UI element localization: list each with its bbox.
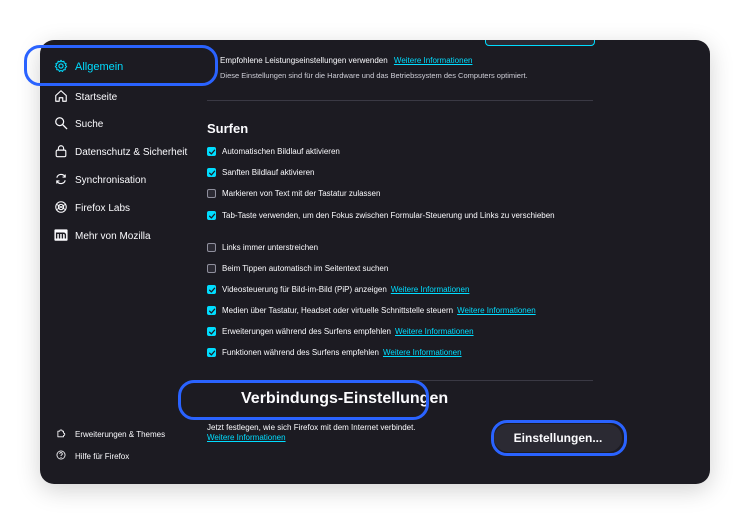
option-tab-focus: Tab-Taste verwenden, um den Fokus zwisch… — [207, 210, 587, 221]
option-label: Links immer unterstreichen — [222, 243, 319, 252]
lock-icon — [54, 144, 68, 161]
sidebar-item-label: Datenschutz & Sicherheit — [75, 146, 188, 158]
sidebar-item-label: Suche — [75, 118, 104, 130]
checkbox-tab-focus[interactable] — [207, 211, 216, 220]
checkbox-caret-browsing[interactable] — [207, 189, 216, 198]
sidebar-footer-label: Erweiterungen & Themes — [75, 429, 166, 439]
sidebar-item-label: Allgemein — [75, 61, 124, 73]
learn-more-link[interactable]: Weitere Informationen — [391, 285, 470, 294]
sidebar-footer-hilfe[interactable]: Hilfe für Firefox — [56, 448, 129, 464]
option-smooth-scroll: Sanften Bildlauf aktivieren — [207, 167, 587, 178]
option-find-as-you-type: Beim Tippen automatisch im Seitentext su… — [207, 263, 587, 274]
clipped-button[interactable] — [485, 40, 595, 46]
sidebar-footer-label: Hilfe für Firefox — [75, 451, 130, 461]
checkbox-auto-scroll[interactable] — [207, 147, 216, 156]
option-label: Tab-Taste verwenden, um den Fokus zwisch… — [222, 211, 555, 220]
option-label: Automatischen Bildlauf aktivieren — [222, 147, 340, 156]
sidebar-item-suche[interactable]: Suche — [54, 114, 103, 134]
help-icon — [56, 450, 66, 462]
checkbox-media-keys[interactable] — [207, 306, 216, 315]
sidebar-footer-erweiterungen[interactable]: Erweiterungen & Themes — [56, 426, 165, 442]
option-label: Markieren von Text mit der Tastatur zula… — [222, 189, 381, 198]
learn-more-link[interactable]: Weitere Informationen — [395, 327, 474, 336]
connection-description: Jetzt festlegen, wie sich Firefox mit de… — [207, 423, 416, 443]
browsing-section-title: Surfen — [207, 121, 249, 136]
option-recommend-features: Funktionen während des Surfens empfehlen… — [207, 347, 587, 358]
option-label: Medien über Tastatur, Headset oder virtu… — [222, 306, 454, 315]
puzzle-icon — [56, 428, 66, 440]
checkbox-recommend-features[interactable] — [207, 348, 216, 357]
sidebar-item-label: Firefox Labs — [75, 202, 131, 214]
option-label: Funktionen während des Surfens empfehlen — [222, 348, 379, 357]
checkbox-smooth-scroll[interactable] — [207, 168, 216, 177]
sidebar-item-label: Startseite — [75, 91, 118, 103]
option-label: Sanften Bildlauf aktivieren — [222, 168, 315, 177]
option-underline-links: Links immer unterstreichen — [207, 242, 587, 253]
performance-description: Diese Einstellungen sind für die Hardwar… — [220, 71, 528, 80]
sidebar-item-startseite[interactable]: Startseite — [54, 87, 117, 107]
sync-icon — [54, 172, 68, 189]
connection-description-text: Jetzt festlegen, wie sich Firefox mit de… — [207, 423, 416, 432]
sidebar-item-label: Mehr von Mozilla — [75, 230, 151, 242]
home-icon — [54, 89, 68, 106]
sidebar-item-allgemein[interactable]: Allgemein — [54, 57, 123, 77]
gear-icon — [54, 59, 68, 76]
sidebar-item-firefox-labs[interactable]: Firefox Labs — [54, 198, 130, 218]
recommended-performance-label: Empfohlene Leistungseinstellungen verwen… — [220, 56, 388, 65]
option-auto-scroll: Automatischen Bildlauf aktivieren — [207, 146, 587, 157]
checkbox-find-as-you-type[interactable] — [207, 264, 216, 273]
search-icon — [54, 116, 68, 133]
divider — [207, 100, 593, 101]
option-recommend-extensions: Erweiterungen während des Surfens empfeh… — [207, 326, 587, 337]
sidebar-item-mehr-von-mozilla[interactable]: Mehr von Mozilla — [54, 226, 151, 246]
recommended-performance-setting: Empfohlene Leistungseinstellungen verwen… — [220, 56, 472, 65]
option-pip-controls: Videosteuerung für Bild-im-Bild (PiP) an… — [207, 284, 587, 295]
connection-section-title: Verbindungs-Einstellungen — [241, 390, 449, 407]
option-media-keys: Medien über Tastatur, Headset oder virtu… — [207, 305, 587, 316]
sidebar-item-synchronisation[interactable]: Synchronisation — [54, 170, 146, 190]
option-caret-browsing: Markieren von Text mit der Tastatur zula… — [207, 188, 587, 199]
content-area: Empfohlene Leistungseinstellungen verwen… — [205, 40, 710, 484]
sidebar-item-label: Synchronisation — [75, 174, 147, 186]
learn-more-link[interactable]: Weitere Informationen — [457, 306, 536, 315]
checkbox-underline-links[interactable] — [207, 243, 216, 252]
settings-window: Allgemein Startseite Suche Datenschutz &… — [40, 40, 710, 484]
divider — [207, 380, 593, 381]
learn-more-link[interactable]: Weitere Informationen — [383, 348, 462, 357]
option-label: Beim Tippen automatisch im Seitentext su… — [222, 264, 389, 273]
option-label: Videosteuerung für Bild-im-Bild (PiP) an… — [222, 285, 387, 294]
labs-flask-icon — [54, 200, 68, 217]
mozilla-m-icon — [54, 228, 68, 245]
option-label: Erweiterungen während des Surfens empfeh… — [222, 327, 391, 336]
sidebar-item-datenschutz[interactable]: Datenschutz & Sicherheit — [54, 142, 187, 162]
checkbox-recommend-extensions[interactable] — [207, 327, 216, 336]
connection-learn-more-link[interactable]: Weitere Informationen — [207, 433, 416, 443]
performance-learn-more-link[interactable]: Weitere Informationen — [394, 56, 473, 65]
checkbox-pip-controls[interactable] — [207, 285, 216, 294]
sidebar: Allgemein Startseite Suche Datenschutz &… — [40, 40, 205, 484]
connection-settings-button[interactable]: Einstellungen... — [494, 424, 622, 452]
